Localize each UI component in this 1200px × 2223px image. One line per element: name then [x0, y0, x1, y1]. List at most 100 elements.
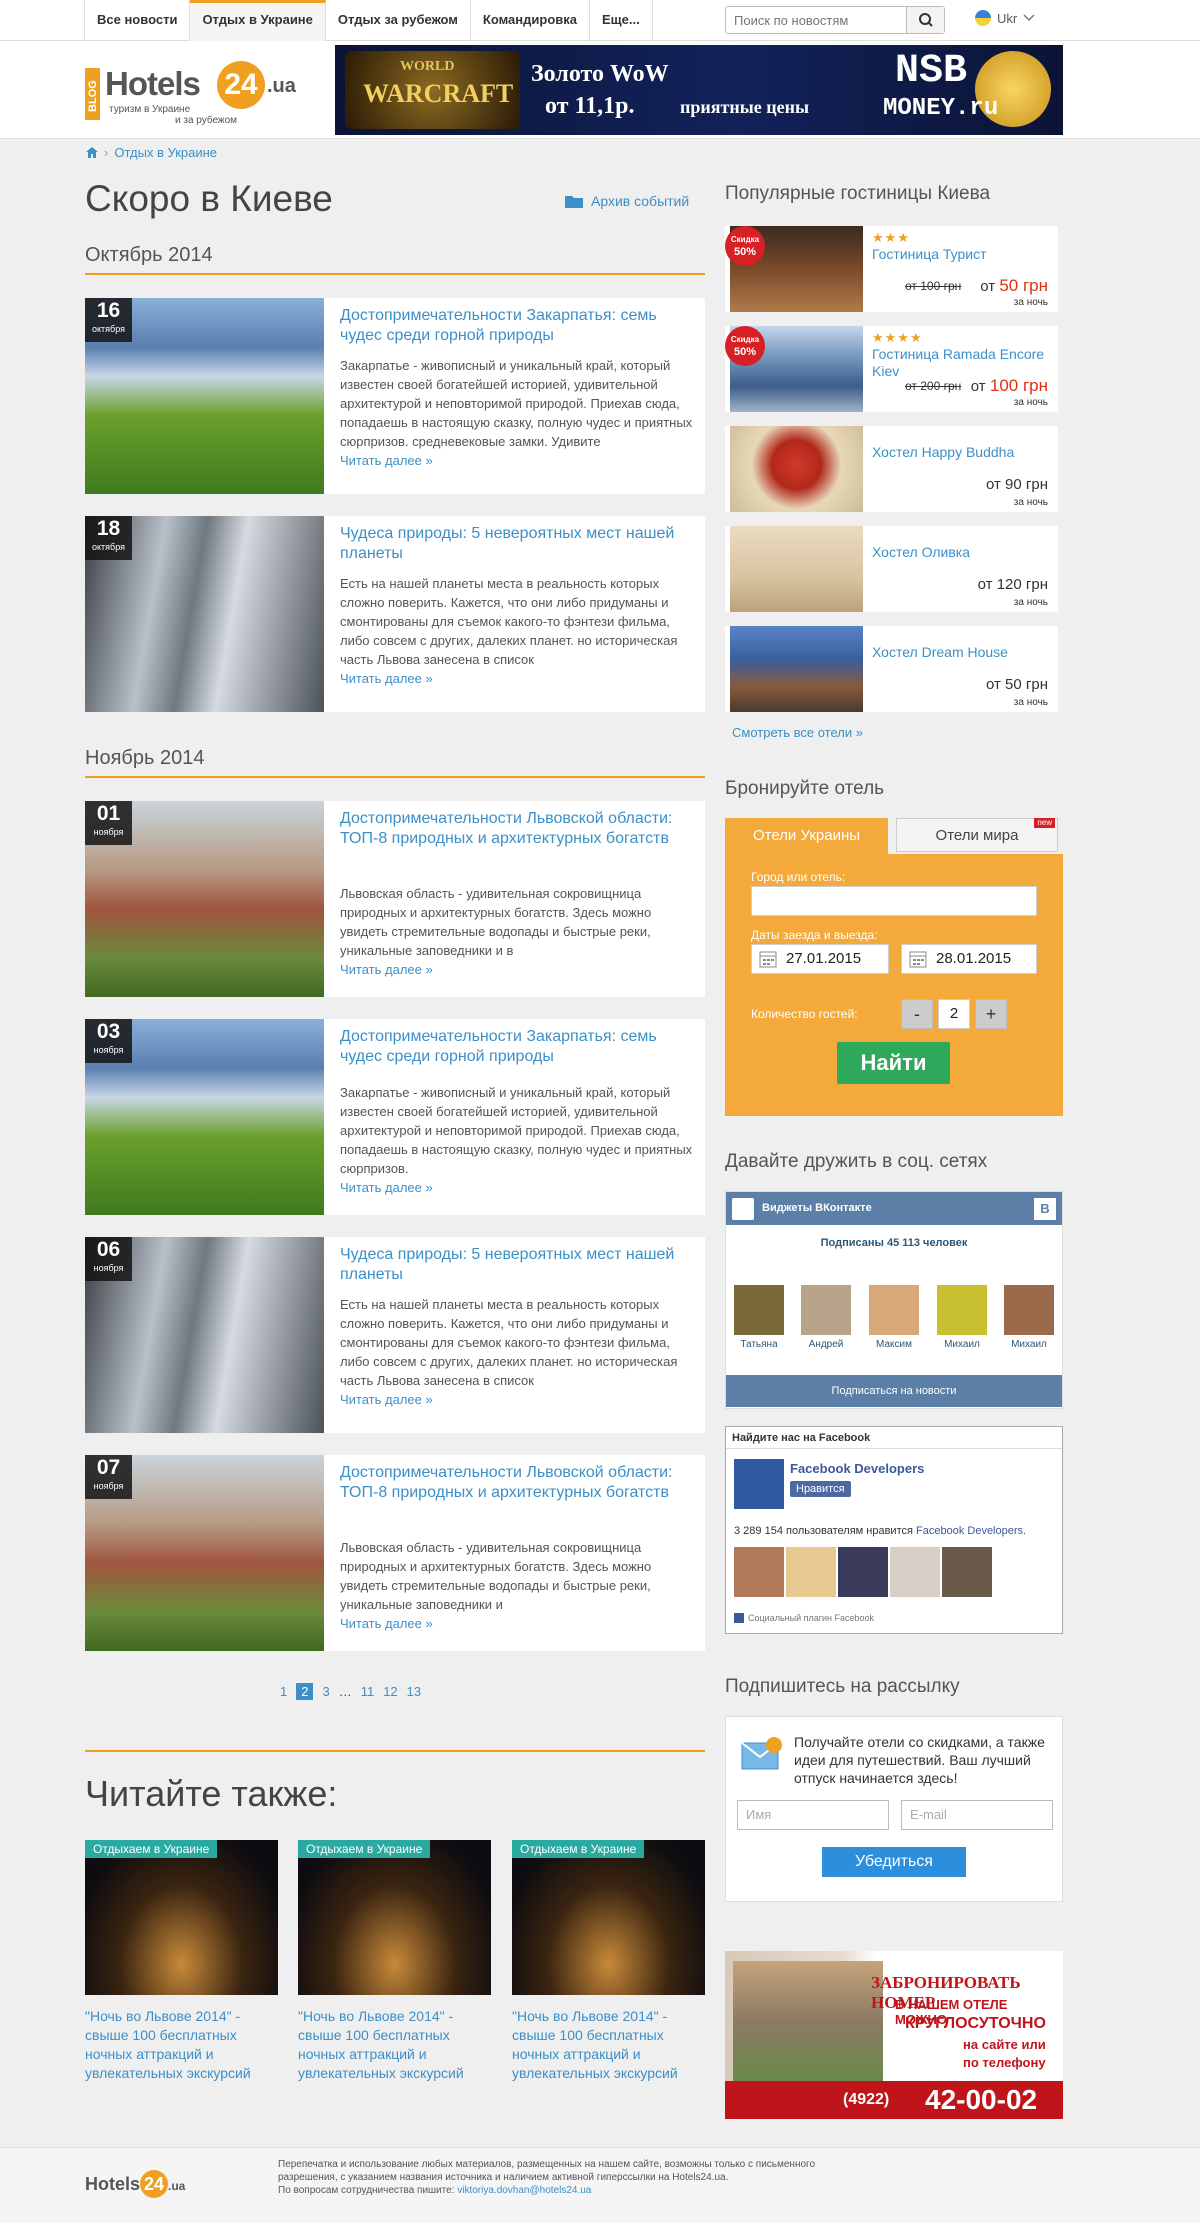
- fb-count-page-link[interactable]: Facebook Developers.: [916, 1525, 1026, 1537]
- read-more-link[interactable]: Читать далее »: [340, 671, 433, 686]
- vk-user[interactable]: Андрей: [801, 1285, 851, 1350]
- hotel-card[interactable]: Хостел Dream House от 50 грн за ночь: [725, 626, 1058, 712]
- site-logo[interactable]: BLOG Hotels 24 .ua туризм в Украине и за…: [85, 61, 315, 126]
- article-card[interactable]: 03 ноября Достопримечательности Закарпать…: [85, 1019, 705, 1215]
- fb-page-avatar[interactable]: [734, 1459, 784, 1509]
- article-card[interactable]: 18 октября Чудеса природы: 5 невероятных …: [85, 516, 705, 712]
- read-more-link[interactable]: Читать далее »: [340, 1616, 433, 1631]
- fb-page-name[interactable]: Facebook Developers: [790, 1461, 924, 1476]
- article-image[interactable]: 01 ноября: [85, 801, 324, 997]
- footer-logo[interactable]: Hotels 24 .ua: [85, 2170, 185, 2198]
- page-link[interactable]: 3: [322, 1684, 329, 1699]
- article-title[interactable]: Достопримечательности Закарпатья: семь ч…: [340, 306, 695, 346]
- checkin-field[interactable]: 27.01.2015: [751, 944, 889, 974]
- read-more-link[interactable]: Читать далее »: [340, 1392, 433, 1407]
- article-image[interactable]: 03 ноября: [85, 1019, 324, 1215]
- related-title[interactable]: "Ночь во Львове 2014" - свыше 100 беспла…: [512, 2007, 705, 2083]
- header-ad-banner[interactable]: WORLD WARCRAFT Золото WoW от 11,1р. прия…: [335, 45, 1063, 135]
- hotel-name[interactable]: Хостел Оливка: [872, 544, 970, 561]
- page-link[interactable]: 12: [383, 1684, 397, 1699]
- all-hotels-link[interactable]: Смотреть все отели »: [732, 725, 863, 740]
- tab-more[interactable]: Еще...: [590, 0, 653, 41]
- related-card[interactable]: Отдыхаем в Украине "Ночь во Львове 2014"…: [298, 1840, 491, 2083]
- breadcrumb-section[interactable]: Отдых в Украине: [114, 145, 217, 160]
- hotel-image[interactable]: [730, 526, 863, 612]
- guests-count[interactable]: 2: [938, 999, 970, 1029]
- vk-user[interactable]: Максим: [869, 1285, 919, 1350]
- home-icon[interactable]: [86, 147, 98, 158]
- hotel-card[interactable]: Скидка 50% ★★★★ Гостиница Ramada Encore K…: [725, 326, 1058, 412]
- tab-business-trip[interactable]: Командировка: [471, 0, 590, 41]
- language-selector[interactable]: Ukr: [975, 10, 1035, 26]
- article-title[interactable]: Чудеса природы: 5 невероятных мест нашей…: [340, 524, 695, 564]
- vk-user-name: Михаил: [944, 1339, 980, 1350]
- checkout-field[interactable]: 28.01.2015: [901, 944, 1037, 974]
- vk-user[interactable]: Михаил: [1004, 1285, 1054, 1350]
- vk-user[interactable]: Татьяна: [734, 1285, 784, 1350]
- read-more-link[interactable]: Читать далее »: [340, 1180, 433, 1195]
- related-image[interactable]: Отдыхаем в Украине: [298, 1840, 491, 1995]
- subscribe-button[interactable]: Убедиться: [822, 1847, 966, 1877]
- article-title[interactable]: Чудеса природы: 5 невероятных мест нашей…: [340, 1245, 695, 1285]
- tab-abroad[interactable]: Отдых за рубежом: [326, 0, 471, 41]
- article-card[interactable]: 01 ноября Достопримечательности Львовской…: [85, 801, 705, 997]
- tab-hotels-ukraine[interactable]: Отели Украины: [725, 818, 888, 854]
- hotel-image[interactable]: [730, 426, 863, 512]
- guests-minus-button[interactable]: -: [901, 999, 933, 1029]
- fb-fan-avatar[interactable]: [734, 1547, 784, 1597]
- article-card[interactable]: 06 ноября Чудеса природы: 5 невероятных м…: [85, 1237, 705, 1433]
- page-link[interactable]: 11: [361, 1684, 375, 1699]
- vk-subscribe-button[interactable]: Подписаться на новости: [726, 1375, 1062, 1407]
- find-button[interactable]: Найти: [837, 1042, 950, 1084]
- page-link-current[interactable]: 2: [296, 1683, 314, 1700]
- related-tag[interactable]: Отдыхаем в Украине: [85, 1840, 218, 1858]
- search-input[interactable]: [726, 7, 906, 33]
- tab-hotels-world[interactable]: Отели мира new: [896, 818, 1058, 852]
- hotel-name[interactable]: Гостиница Ramada Encore Kiev: [872, 346, 1052, 380]
- related-image[interactable]: Отдыхаем в Украине: [512, 1840, 705, 1995]
- fb-fan-avatar[interactable]: [942, 1547, 992, 1597]
- fb-fan-avatar[interactable]: [838, 1547, 888, 1597]
- read-more-link[interactable]: Читать далее »: [340, 453, 433, 468]
- hotel-card[interactable]: Хостел Happy Buddha от 90 грн за ночь: [725, 426, 1058, 512]
- article-title[interactable]: Достопримечательности Закарпатья: семь ч…: [340, 1027, 695, 1067]
- article-image[interactable]: 07 ноября: [85, 1455, 324, 1651]
- hotel-card[interactable]: Скидка 50% ★★★ Гостиница Турист от 100 гр…: [725, 226, 1058, 312]
- fb-like-button[interactable]: Нравится: [790, 1481, 851, 1497]
- search-button[interactable]: [906, 7, 944, 33]
- hotel-name[interactable]: Хостел Happy Buddha: [872, 444, 1014, 461]
- read-more-link[interactable]: Читать далее »: [340, 962, 433, 977]
- related-tag[interactable]: Отдыхаем в Украине: [298, 1840, 431, 1858]
- tab-all-news[interactable]: Все новости: [85, 0, 191, 41]
- email-input[interactable]: E-mail: [901, 1800, 1053, 1830]
- related-title[interactable]: "Ночь во Львове 2014" - свыше 100 беспла…: [298, 2007, 491, 2083]
- article-title[interactable]: Достопримечательности Львовской области:…: [340, 809, 695, 849]
- city-input[interactable]: [751, 886, 1037, 916]
- article-card[interactable]: 07 ноября Достопримечательности Львовской…: [85, 1455, 705, 1651]
- fb-fan-avatar[interactable]: [786, 1547, 836, 1597]
- page-link[interactable]: 13: [407, 1684, 421, 1699]
- article-title[interactable]: Достопримечательности Львовской области:…: [340, 1463, 695, 1503]
- name-input[interactable]: Имя: [737, 1800, 889, 1830]
- related-tag[interactable]: Отдыхаем в Украине: [512, 1840, 645, 1858]
- related-image[interactable]: Отдыхаем в Украине: [85, 1840, 278, 1995]
- hotel-card[interactable]: Хостел Оливка от 120 грн за ночь: [725, 526, 1058, 612]
- hotel-name[interactable]: Хостел Dream House: [872, 644, 1008, 661]
- article-image[interactable]: 16 октября: [85, 298, 324, 494]
- article-image[interactable]: 06 ноября: [85, 1237, 324, 1433]
- guests-plus-button[interactable]: +: [975, 999, 1007, 1029]
- fb-fan-avatar[interactable]: [890, 1547, 940, 1597]
- related-card[interactable]: Отдыхаем в Украине "Ночь во Львове 2014"…: [85, 1840, 278, 2083]
- hotel-image[interactable]: [730, 626, 863, 712]
- tab-ukraine[interactable]: Отдых в Украине: [190, 0, 326, 41]
- article-image[interactable]: 18 октября: [85, 516, 324, 712]
- related-card[interactable]: Отдыхаем в Украине "Ночь во Львове 2014"…: [512, 1840, 705, 2083]
- archive-link[interactable]: Архив событий: [565, 193, 689, 209]
- contact-email-link[interactable]: viktoriya.dovhan@hotels24.ua: [457, 2185, 591, 2196]
- vk-user[interactable]: Михаил: [937, 1285, 987, 1350]
- hotel-name[interactable]: Гостиница Турист: [872, 246, 987, 263]
- page-link[interactable]: 1: [280, 1684, 287, 1699]
- article-card[interactable]: 16 октября Достопримечательности Закарпат…: [85, 298, 705, 494]
- related-title[interactable]: "Ночь во Львове 2014" - свыше 100 беспла…: [85, 2007, 278, 2083]
- booking-ad-banner[interactable]: ЗАБРОНИРОВАТЬ НОМЕР В НАШЕМ ОТЕЛЕ МОЖНО …: [725, 1951, 1063, 2119]
